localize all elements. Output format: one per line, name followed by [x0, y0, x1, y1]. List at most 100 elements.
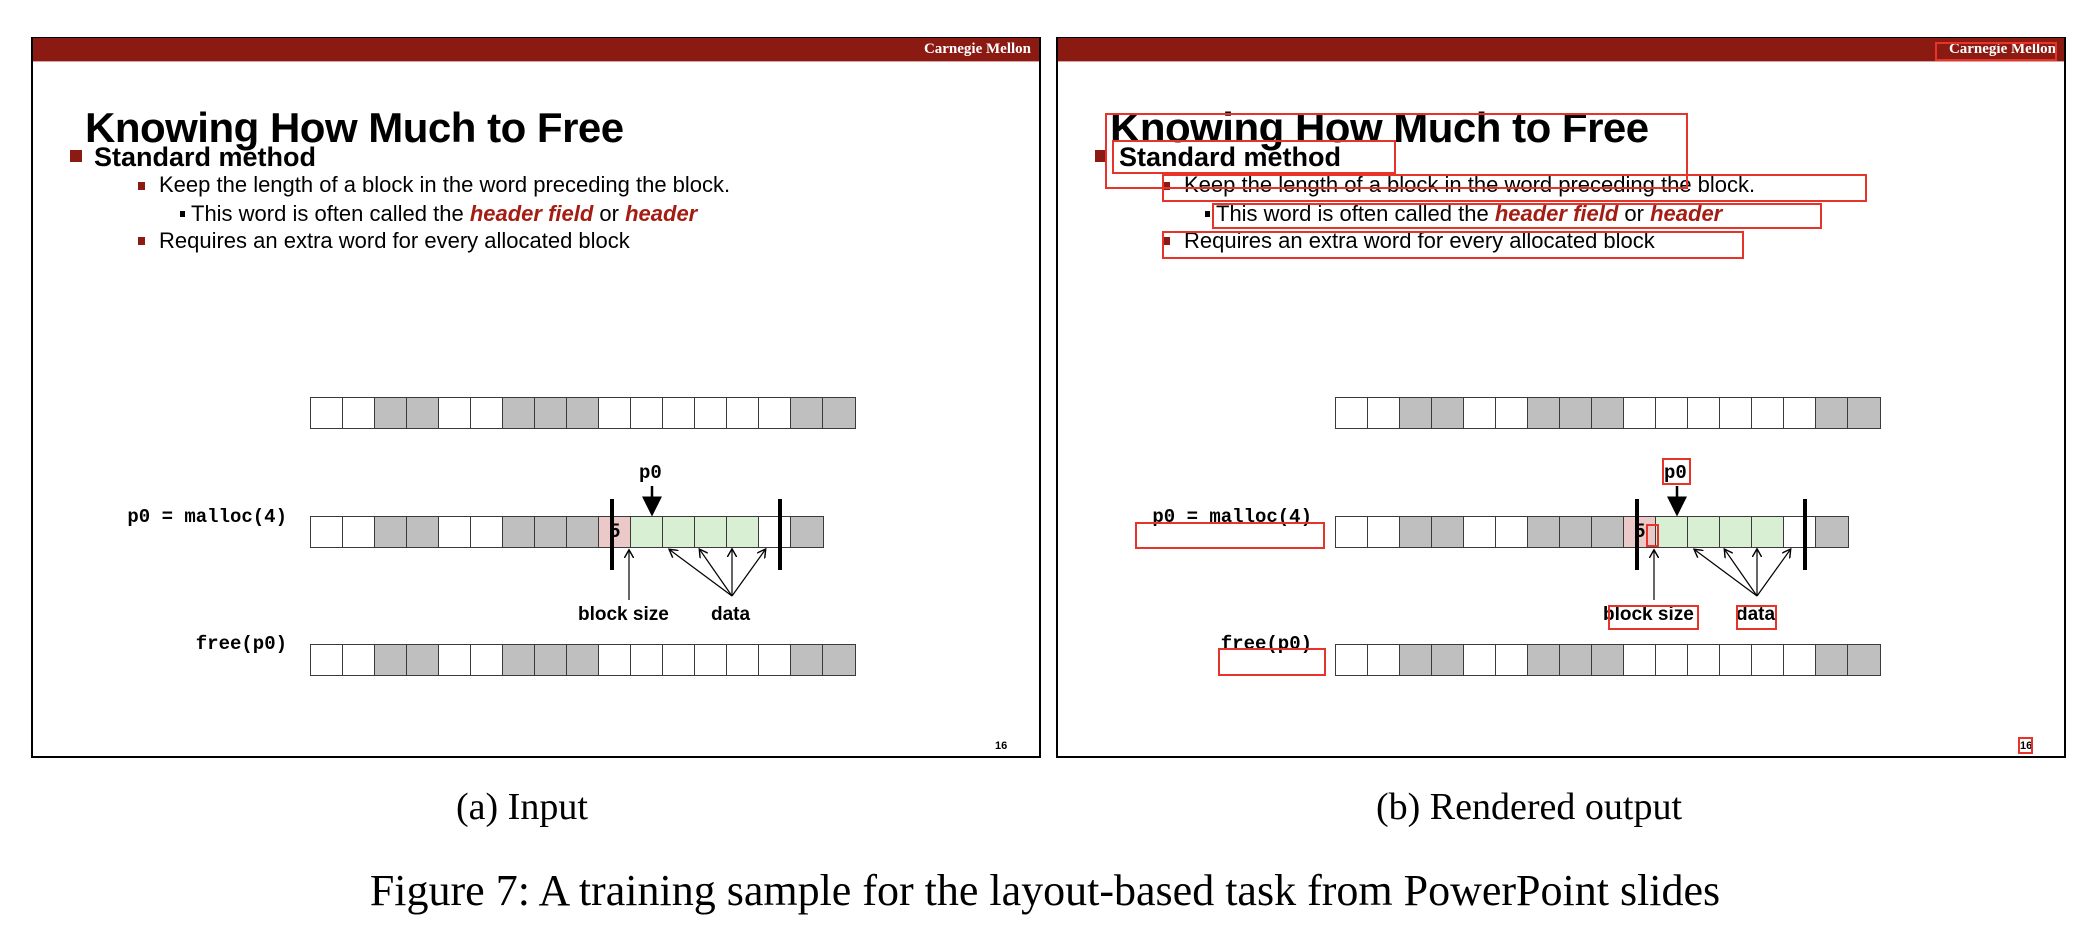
free-word-cell: [758, 644, 792, 676]
slide-input: Carnegie Mellon Knowing How Much to Free…: [31, 37, 1041, 758]
block-boundary-right: [778, 499, 782, 570]
allocated-word-cell: [1527, 397, 1561, 429]
payload-word-cell: [1751, 516, 1785, 548]
allocated-word-cell: [406, 397, 440, 429]
row-before: [1335, 397, 1881, 429]
header-bar: Carnegie Mellon: [1058, 38, 2064, 62]
free-word-cell: [1783, 516, 1817, 548]
bullet-level1: Standard method: [94, 142, 317, 172]
sub-mid: or: [593, 201, 626, 226]
bullet-subitem: This word is often called the header fie…: [191, 200, 697, 228]
allocated-word-cell: [790, 644, 824, 676]
free-word-cell: [310, 397, 344, 429]
data-arrow: [1756, 550, 1790, 597]
row-after-malloc: 5: [1335, 516, 1849, 548]
free-word-cell: [438, 516, 472, 548]
free-word-cell: [470, 397, 504, 429]
malloc-label: p0 = malloc(4): [127, 506, 287, 528]
payload-word-cell: [1687, 516, 1721, 548]
allocated-word-cell: [566, 397, 600, 429]
free-word-cell: [630, 397, 664, 429]
row-before: [310, 397, 856, 429]
free-word-cell: [470, 644, 504, 676]
allocated-word-cell: [822, 397, 856, 429]
page-number: 16: [995, 740, 1008, 752]
bullet-item-2: Requires an extra word for every allocat…: [159, 228, 630, 253]
block-size-label: block size: [1603, 604, 1694, 625]
allocated-word-cell: [1559, 516, 1593, 548]
allocated-word-cell: [534, 397, 568, 429]
free-word-cell: [1783, 397, 1817, 429]
block-boundary-right: [1803, 499, 1807, 570]
allocated-word-cell: [406, 516, 440, 548]
row-after-free: [1335, 644, 1881, 676]
free-word-cell: [1335, 644, 1369, 676]
free-word-cell: [438, 644, 472, 676]
free-word-cell: [1783, 644, 1817, 676]
free-word-cell: [1463, 397, 1497, 429]
free-word-cell: [1655, 644, 1689, 676]
payload-word-cell: [694, 516, 728, 548]
free-word-cell: [342, 397, 376, 429]
brand-label: Carnegie Mellon: [1948, 41, 2056, 57]
subcaption-input: (a) Input: [456, 786, 588, 828]
allocated-word-cell: [1431, 644, 1465, 676]
allocated-word-cell: [1815, 397, 1849, 429]
pointer-label: p0: [639, 462, 662, 484]
payload-word-cell: [630, 516, 664, 548]
free-word-cell: [630, 644, 664, 676]
free-word-cell: [1623, 644, 1657, 676]
free-word-cell: [1751, 397, 1785, 429]
allocated-word-cell: [374, 644, 408, 676]
allocated-word-cell: [374, 516, 408, 548]
free-label: free(p0): [1220, 633, 1312, 655]
block-boundary-left: [610, 499, 614, 570]
bullet-item-1: Keep the length of a block in the word p…: [1184, 172, 1756, 197]
allocated-word-cell: [566, 644, 600, 676]
data-arrow: [700, 550, 733, 597]
allocated-word-cell: [1559, 644, 1593, 676]
free-word-cell: [1719, 644, 1753, 676]
bullet-square-icon: [138, 237, 145, 245]
bullet-square-icon: [1095, 150, 1107, 162]
bullet-square-icon: [1163, 237, 1170, 245]
block-size-label: block size: [578, 604, 669, 625]
allocated-word-cell: [534, 516, 568, 548]
sub-prefix: This word is often called the: [1216, 201, 1495, 226]
free-word-cell: [694, 397, 728, 429]
allocated-word-cell: [790, 516, 824, 548]
free-word-cell: [1719, 397, 1753, 429]
free-label: free(p0): [195, 633, 287, 655]
free-word-cell: [438, 397, 472, 429]
allocated-word-cell: [1847, 644, 1881, 676]
brand-label: Carnegie Mellon: [923, 41, 1031, 57]
subcaption-rendered-output: (b) Rendered output: [1376, 786, 1683, 828]
bullet-square-icon: [138, 182, 145, 190]
allocated-word-cell: [1399, 397, 1433, 429]
allocated-word-cell: [1431, 397, 1465, 429]
free-word-cell: [1495, 516, 1529, 548]
data-arrow: [1725, 550, 1758, 597]
free-word-cell: [1463, 644, 1497, 676]
allocated-word-cell: [1431, 516, 1465, 548]
data-arrow: [670, 550, 733, 597]
allocated-word-cell: [1591, 397, 1625, 429]
free-word-cell: [1687, 397, 1721, 429]
header-word-cell: 5: [1623, 516, 1657, 548]
free-word-cell: [1367, 516, 1401, 548]
free-word-cell: [1623, 397, 1657, 429]
free-word-cell: [726, 397, 760, 429]
free-word-cell: [1335, 516, 1369, 548]
bullet-square-icon: [1163, 182, 1170, 190]
row-after-free: [310, 644, 856, 676]
free-word-cell: [662, 644, 696, 676]
bullet-dot-icon: [1205, 211, 1210, 217]
emphasis-header: header: [625, 201, 698, 226]
header-bar: Carnegie Mellon: [33, 38, 1039, 62]
free-word-cell: [1687, 644, 1721, 676]
data-arrow: [731, 550, 765, 597]
allocated-word-cell: [534, 644, 568, 676]
allocated-word-cell: [1847, 397, 1881, 429]
allocated-word-cell: [1815, 516, 1849, 548]
bullet-level1: Standard method: [1119, 142, 1342, 172]
